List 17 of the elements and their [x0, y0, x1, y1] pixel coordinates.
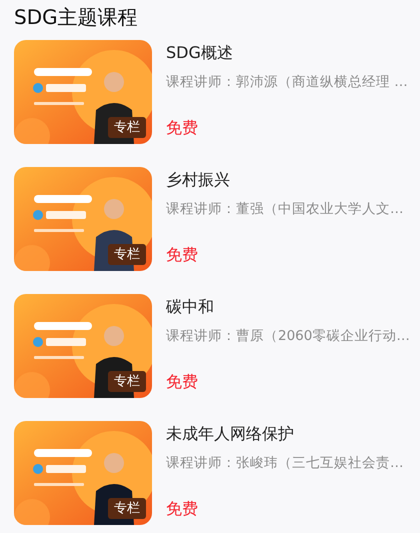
section-title: SDG主题课程: [14, 4, 139, 30]
price-text: 免费: [166, 498, 199, 520]
column-badge: 专栏: [108, 370, 146, 392]
column-badge: 专栏: [108, 116, 146, 138]
course-title[interactable]: 未成年人网络保护: [166, 423, 404, 445]
course-title[interactable]: 碳中和: [166, 296, 406, 318]
price-text: 免费: [166, 244, 199, 266]
price-text: 免费: [166, 371, 199, 393]
course-title[interactable]: 乡村振兴: [166, 169, 404, 191]
lecturer-text: 课程讲师：张峻玮（三七互娱社会责…: [166, 454, 404, 473]
column-badge: 专栏: [108, 244, 146, 265]
course-title[interactable]: SDG概述: [166, 42, 406, 64]
lecturer-text: 课程讲师：郭沛源（商道纵横总经理 …: [166, 73, 406, 92]
column-badge: 专栏: [108, 498, 146, 519]
price-text: 免费: [166, 117, 199, 139]
lecturer-text: 课程讲师：曹原（2060零碳企业行动…: [166, 327, 406, 346]
lecturer-text: 课程讲师：董强（中国农业大学人文…: [166, 200, 404, 219]
